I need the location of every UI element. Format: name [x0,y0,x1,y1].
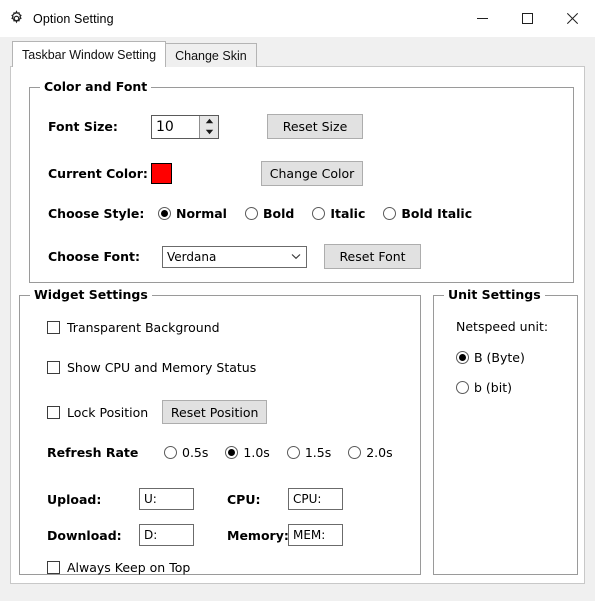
choose-style-label: Choose Style: [48,206,145,221]
refresh-rate-radio-label: 2.0s [366,445,393,460]
radio-indicator [225,446,239,459]
window-controls [460,0,595,37]
unit-radio-label: B (Byte) [474,350,525,365]
font-family-value: Verdana [167,249,217,264]
style-radio-normal[interactable]: Normal [158,206,227,221]
checkbox-lock-position[interactable]: Lock Position [47,405,148,420]
unit-radio-byte[interactable]: B (Byte) [456,350,525,365]
group-title-widget-settings: Widget Settings [30,287,152,302]
tab-strip: Taskbar Window Setting Change Skin [12,41,257,67]
font-size-stepper[interactable]: 10 [151,114,219,139]
style-radio-bold-italic[interactable]: Bold Italic [383,206,472,221]
font-family-select[interactable]: Verdana [162,245,307,268]
checkbox-indicator [47,561,60,574]
radio-indicator [244,207,258,220]
group-color-and-font: Color and Font Font Size: 10 Reset Size … [29,79,574,283]
group-widget-settings: Widget Settings Transparent Background S… [19,287,421,575]
radio-indicator [158,207,171,220]
unit-radio-label: b (bit) [474,380,512,395]
font-size-spin-buttons[interactable] [199,115,218,138]
reset-size-button[interactable]: Reset Size [267,114,363,139]
close-icon[interactable] [550,0,595,37]
font-size-row: Font Size: 10 Reset Size [48,114,363,139]
upload-label: Upload: [47,491,102,507]
style-radio-bold[interactable]: Bold [244,206,295,221]
radio-indicator [456,351,469,364]
checkbox-transparent-background[interactable]: Transparent Background [47,320,220,335]
choose-font-row: Choose Font: Verdana Reset Font [48,244,421,269]
radio-indicator [383,207,397,220]
tab-taskbar-window-setting[interactable]: Taskbar Window Setting [12,41,167,67]
checkbox-indicator [47,321,60,334]
group-title-unit-settings: Unit Settings [444,287,545,302]
checkbox-label: Transparent Background [67,320,220,335]
maximize-icon[interactable] [505,0,550,37]
upload-prefix-input[interactable]: U: [139,488,194,510]
refresh-rate-radio-0-5s[interactable]: 0.5s [164,445,208,460]
tab-content-panel: Color and Font Font Size: 10 Reset Size … [10,66,585,584]
radio-indicator [348,446,362,459]
checkbox-label: Lock Position [67,404,149,420]
chevron-down-icon [291,253,301,260]
current-color-row: Current Color: Change Color [48,161,363,186]
choose-font-label: Choose Font: [48,249,141,264]
font-size-input[interactable]: 10 [152,116,199,138]
refresh-rate-radio-1-5s[interactable]: 1.5s [286,445,332,460]
memory-prefix-input[interactable]: MEM: [288,524,343,546]
group-unit-settings: Unit Settings Netspeed unit: B (Byte) b … [433,287,578,575]
title-bar-left: Option Setting [0,10,460,27]
spinner-up-icon[interactable] [200,116,218,127]
style-radio-label: Normal [176,206,227,221]
title-bar: Option Setting [0,0,595,37]
download-prefix-input[interactable]: D: [139,524,194,546]
spinner-down-icon[interactable] [200,127,218,138]
refresh-rate-radio-1-0s[interactable]: 1.0s [225,445,270,460]
radio-indicator [456,381,469,394]
refresh-rate-radio-2-0s[interactable]: 2.0s [348,445,393,460]
upload-cpu-row: Upload: U: CPU: CPU: [47,488,343,510]
reset-font-button[interactable]: Reset Font [324,244,421,269]
style-radio-italic[interactable]: Italic [312,206,365,221]
radio-indicator [164,446,177,459]
refresh-rate-radio-label: 1.0s [243,445,270,460]
tab-change-skin[interactable]: Change Skin [165,43,257,67]
checkbox-label: Always Keep on Top [67,560,191,575]
group-title-color-and-font: Color and Font [40,79,152,94]
netspeed-unit-label: Netspeed unit: [456,319,549,334]
refresh-rate-radio-label: 1.5s [304,445,332,460]
choose-style-row: Choose Style: Normal Bold Italic Bold It… [48,206,472,221]
refresh-rate-row: Refresh Rate 0.5s 1.0s 1.5s 2.0s [47,445,393,460]
cpu-prefix-input[interactable]: CPU: [288,488,343,510]
checkbox-show-cpu-memory-status[interactable]: Show CPU and Memory Status [47,360,256,375]
change-color-button[interactable]: Change Color [261,161,363,186]
checkbox-indicator [47,405,60,419]
unit-radio-bit[interactable]: b (bit) [456,380,512,395]
refresh-rate-label: Refresh Rate [47,445,139,460]
gear-icon [8,10,25,27]
radio-indicator [286,446,300,459]
tab-label: Taskbar Window Setting [22,47,157,62]
style-radio-label: Bold [262,206,295,221]
style-radio-label: Italic [330,206,366,221]
checkbox-indicator [47,361,60,374]
current-color-swatch[interactable] [151,163,172,184]
checkbox-always-keep-on-top[interactable]: Always Keep on Top [47,560,190,575]
radio-indicator [312,207,326,220]
download-label: Download: [47,527,122,543]
memory-label: Memory: [227,527,289,543]
lock-position-row: Lock Position Reset Position [47,400,268,424]
tab-label: Change Skin [175,48,247,63]
download-memory-row: Download: D: Memory: MEM: [47,524,343,546]
refresh-rate-radio-label: 0.5s [182,445,209,460]
minimize-icon[interactable] [460,0,505,37]
window-title: Option Setting [33,11,114,26]
checkbox-label: Show CPU and Memory Status [67,360,257,375]
reset-position-button[interactable]: Reset Position [162,400,268,424]
font-size-label: Font Size: [48,119,118,134]
cpu-label: CPU: [227,491,261,507]
current-color-label: Current Color: [48,166,148,181]
style-radio-label: Bold Italic [401,206,473,221]
